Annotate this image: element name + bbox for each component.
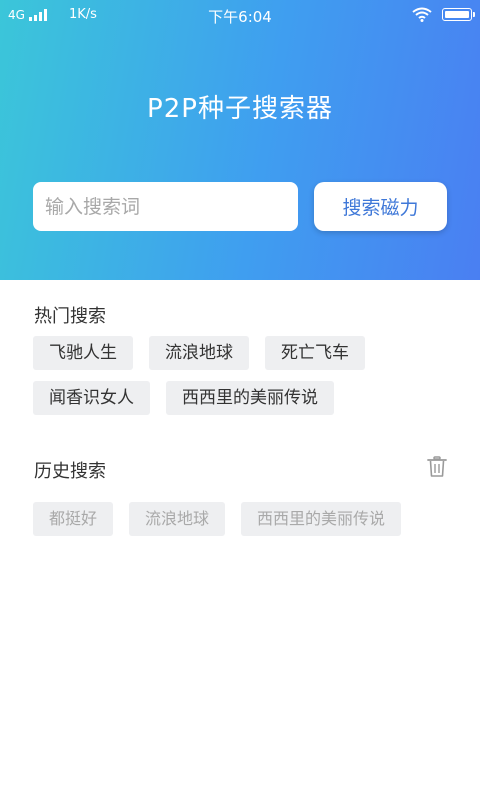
history-search-title: 历史搜索 — [34, 461, 106, 482]
history-search-tags: 都挺好 流浪地球 西西里的美丽传说 — [33, 502, 453, 536]
battery-icon — [442, 8, 475, 21]
hot-search-tag[interactable]: 飞驰人生 — [33, 336, 133, 370]
trash-icon[interactable] — [427, 456, 447, 478]
search-magnet-button[interactable]: 搜索磁力 — [314, 182, 447, 231]
status-bar: 4G 1K/s 下午6:04 — [0, 0, 480, 32]
hot-search-tag[interactable]: 闻香识女人 — [33, 381, 150, 415]
hot-search-tag[interactable]: 死亡飞车 — [265, 336, 365, 370]
history-search-tag[interactable]: 流浪地球 — [129, 502, 226, 536]
app-title: P2P种子搜索器 — [147, 94, 333, 124]
status-right — [412, 7, 475, 22]
hot-search-tags: 飞驰人生 流浪地球 死亡飞车 闻香识女人 西西里的美丽传说 — [33, 336, 453, 415]
status-time: 下午6:04 — [208, 8, 272, 26]
history-search-tag[interactable]: 都挺好 — [33, 502, 114, 536]
search-input[interactable] — [33, 182, 298, 231]
history-search-tag[interactable]: 西西里的美丽传说 — [241, 502, 402, 536]
hot-search-tag[interactable]: 流浪地球 — [149, 336, 249, 370]
header-banner: 4G 1K/s 下午6:04 P2P种子搜索器 搜索磁力 — [0, 0, 480, 280]
wifi-icon — [412, 7, 432, 22]
hot-search-title: 热门搜索 — [34, 306, 106, 327]
hot-search-tag[interactable]: 西西里的美丽传说 — [166, 381, 334, 415]
